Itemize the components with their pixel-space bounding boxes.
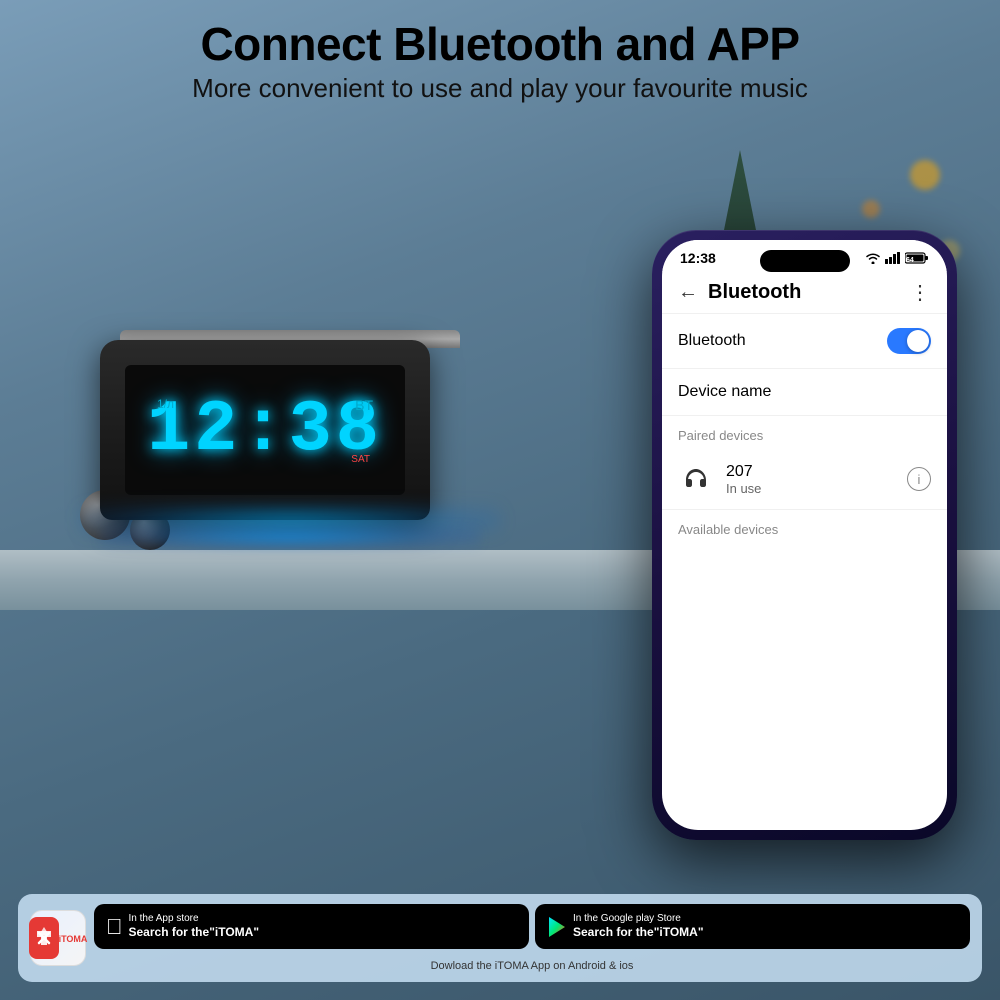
app-store-badges:  In the App store Search for the"iTOMA" bbox=[94, 904, 970, 949]
paired-devices-section-label: Paired devices bbox=[662, 416, 947, 449]
more-options-button[interactable]: ⋮ bbox=[910, 280, 931, 305]
apple-app-store-badge[interactable]:  In the App store Search for the"iTOMA" bbox=[94, 904, 529, 949]
apple-badge-title: Search for the"iTOMA" bbox=[129, 925, 260, 941]
apple-icon:  bbox=[106, 914, 123, 940]
phone-outer: 12:38 bbox=[652, 230, 957, 840]
google-play-badge[interactable]: In the Google play Store Search for the"… bbox=[535, 904, 970, 949]
paired-device-name: 207 bbox=[726, 463, 895, 481]
google-play-icon bbox=[547, 916, 567, 938]
google-badge-title: Search for the"iTOMA" bbox=[573, 925, 704, 941]
device-info-button[interactable]: i bbox=[907, 467, 931, 491]
app-store-section: iTOMA  In the App store Search for the"… bbox=[18, 894, 982, 982]
wifi-icon bbox=[865, 252, 881, 264]
app-store-inner:  In the App store Search for the"iTOMA" bbox=[94, 904, 970, 972]
phone-screen: 12:38 bbox=[662, 240, 947, 830]
itoma-logo-icon bbox=[29, 917, 59, 959]
headphone-icon bbox=[678, 461, 714, 497]
download-text: Dowload the iTOMA App on Android & ios bbox=[94, 960, 970, 972]
status-time: 12:38 bbox=[680, 250, 716, 266]
bluetooth-toggle-row: Bluetooth bbox=[662, 314, 947, 369]
bt-header-left: ← Bluetooth bbox=[678, 281, 801, 304]
clock-device: 1/л 12:38 BT SAT bbox=[100, 340, 430, 520]
signal-icon bbox=[885, 252, 901, 264]
clock-radio: 1/л 12:38 BT SAT bbox=[100, 340, 480, 550]
google-pre-label: In the Google play Store bbox=[573, 912, 704, 925]
battery-icon: 64 bbox=[905, 252, 929, 264]
clock-bt-indicator: BT bbox=[355, 397, 373, 413]
bokeh-light-1 bbox=[910, 160, 940, 190]
heading-area: Connect Bluetooth and APP More convenien… bbox=[0, 0, 1000, 104]
status-icons: 64 bbox=[865, 252, 929, 264]
device-name-label: Device name bbox=[678, 383, 771, 400]
phone-wrapper: 12:38 bbox=[652, 230, 972, 840]
bokeh-light-2 bbox=[862, 200, 880, 218]
available-devices-area bbox=[662, 543, 947, 743]
sub-title: More convenient to use and play your fav… bbox=[0, 73, 1000, 104]
bluetooth-toggle-label: Bluetooth bbox=[678, 332, 746, 350]
dynamic-island bbox=[760, 250, 850, 272]
paired-device-status: In use bbox=[726, 481, 895, 496]
clock-time-display: 12:38 bbox=[147, 389, 383, 471]
itoma-label: iTOMA bbox=[59, 934, 88, 944]
clock-ch-indicator: 1/л bbox=[157, 397, 174, 411]
bluetooth-screen-title: Bluetooth bbox=[708, 281, 801, 304]
device-name-row[interactable]: Device name bbox=[662, 369, 947, 416]
clock-display: 1/л 12:38 BT SAT bbox=[125, 365, 405, 495]
bluetooth-toggle[interactable] bbox=[887, 328, 931, 354]
bluetooth-header: ← Bluetooth ⋮ bbox=[662, 272, 947, 314]
google-badge-text: In the Google play Store Search for the"… bbox=[573, 912, 704, 941]
paired-device-info: 207 In use bbox=[726, 463, 895, 496]
apple-badge-text: In the App store Search for the"iTOMA" bbox=[129, 912, 260, 941]
itoma-logo: iTOMA bbox=[30, 910, 86, 966]
clock-shelf-glow bbox=[100, 525, 480, 550]
paired-device-row[interactable]: 207 In use i bbox=[662, 449, 947, 510]
apple-pre-label: In the App store bbox=[129, 912, 260, 925]
svg-text:64: 64 bbox=[906, 257, 914, 264]
clock-day-display: SAT bbox=[351, 454, 370, 465]
main-title: Connect Bluetooth and APP bbox=[0, 18, 1000, 71]
toggle-knob bbox=[907, 330, 929, 352]
itoma-icon bbox=[29, 923, 59, 953]
back-button[interactable]: ← bbox=[678, 281, 698, 304]
available-devices-section-label: Available devices bbox=[662, 510, 947, 543]
